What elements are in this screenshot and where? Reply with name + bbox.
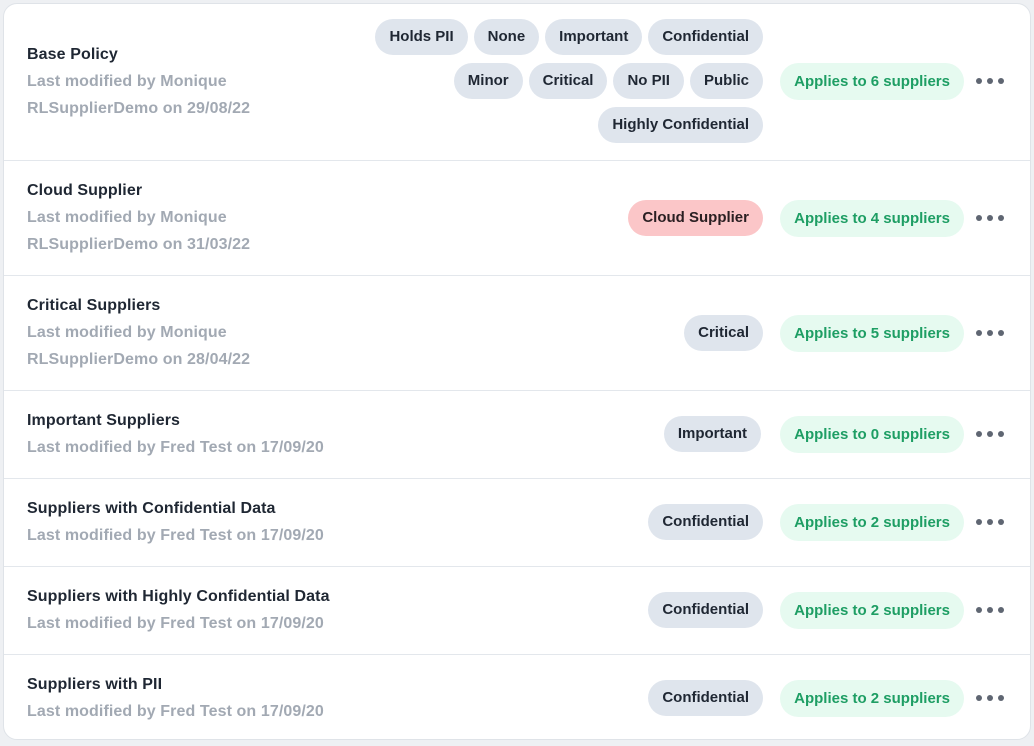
policy-modified: Last modified by Fred Test on 17/09/20 [27,439,324,456]
tag: Critical [528,63,608,99]
policy-title: Suppliers with PII [27,676,163,693]
policy-info: Base Policy Last modified by Monique RLS… [27,41,367,122]
applies-to-badge[interactable]: Applies to 4 suppliers [780,200,964,237]
policy-title: Suppliers with Confidential Data [27,500,276,517]
policy-title: Base Policy [27,46,118,63]
policy-info: Critical Suppliers Last modified by Moni… [27,292,367,373]
tag: Confidential [648,592,763,628]
policy-title: Critical Suppliers [27,297,161,314]
tag: Critical [684,315,763,351]
policy-modified: Last modified by Fred Test on 17/09/20 [27,703,324,720]
policy-info: Suppliers with Highly Confidential Data … [27,583,407,637]
tag: Confidential [648,680,763,716]
applies-to-badge[interactable]: Applies to 2 suppliers [780,680,964,717]
more-options-icon[interactable] [976,208,1004,228]
tag: Public [689,63,763,99]
policy-list: Base Policy Last modified by Monique RLS… [3,3,1031,740]
more-options-icon[interactable] [976,424,1004,444]
tag: Confidential [648,504,763,540]
policy-modified: Last modified by Monique [27,209,227,226]
tag: No PII [613,63,684,99]
policy-tags: Confidential [648,504,763,540]
applies-to-badge[interactable]: Applies to 6 suppliers [780,63,964,100]
policy-info: Important Suppliers Last modified by Fre… [27,407,367,461]
tag: Important [545,19,643,55]
policy-row[interactable]: Suppliers with Confidential Data Last mo… [4,479,1030,567]
policy-row[interactable]: Suppliers with Highly Confidential Data … [4,567,1030,655]
policy-tags: Cloud Supplier [628,200,763,236]
policy-title: Cloud Supplier [27,182,143,199]
policy-row[interactable]: Important Suppliers Last modified by Fre… [4,391,1030,479]
tag: Minor [453,63,523,99]
tag: Highly Confidential [598,107,763,143]
policy-modified: RLSupplierDemo on 31/03/22 [27,236,251,253]
applies-to-badge[interactable]: Applies to 5 suppliers [780,315,964,352]
applies-to-badge[interactable]: Applies to 2 suppliers [780,504,964,541]
policy-tags: Important [663,416,761,452]
policy-tags: Confidential [648,592,763,628]
policy-modified: Last modified by Monique [27,324,227,341]
tag: None [473,19,540,55]
applies-to-badge[interactable]: Applies to 2 suppliers [780,592,964,629]
policy-modified: Last modified by Fred Test on 17/09/20 [27,527,324,544]
policy-tags: Critical [684,315,763,351]
more-options-icon[interactable] [976,600,1004,620]
more-options-icon[interactable] [976,688,1004,708]
policy-row[interactable]: Critical Suppliers Last modified by Moni… [4,276,1030,391]
tag: Important [663,416,761,452]
policy-modified: RLSupplierDemo on 28/04/22 [27,351,251,368]
policy-modified: Last modified by Fred Test on 17/09/20 [27,615,324,632]
more-options-icon[interactable] [976,323,1004,343]
policy-tags: Holds PII None Important Confidential Mi… [343,19,763,143]
more-options-icon[interactable] [976,512,1004,532]
policy-title: Suppliers with Highly Confidential Data [27,588,330,605]
policy-tags: Confidential [648,680,763,716]
tag: Holds PII [375,19,468,55]
policy-row[interactable]: Suppliers with PII Last modified by Fred… [4,655,1030,739]
policy-info: Cloud Supplier Last modified by Monique … [27,177,367,258]
applies-to-badge[interactable]: Applies to 0 suppliers [780,416,964,453]
tag: Confidential [648,19,763,55]
policy-row[interactable]: Base Policy Last modified by Monique RLS… [4,4,1030,161]
policy-modified: Last modified by Monique [27,73,227,90]
policy-info: Suppliers with PII Last modified by Fred… [27,671,367,725]
policy-info: Suppliers with Confidential Data Last mo… [27,495,367,549]
more-options-icon[interactable] [976,71,1004,91]
policy-title: Important Suppliers [27,412,181,429]
policy-row[interactable]: Cloud Supplier Last modified by Monique … [4,161,1030,276]
tag: Cloud Supplier [628,200,763,236]
policy-modified: RLSupplierDemo on 29/08/22 [27,100,251,117]
